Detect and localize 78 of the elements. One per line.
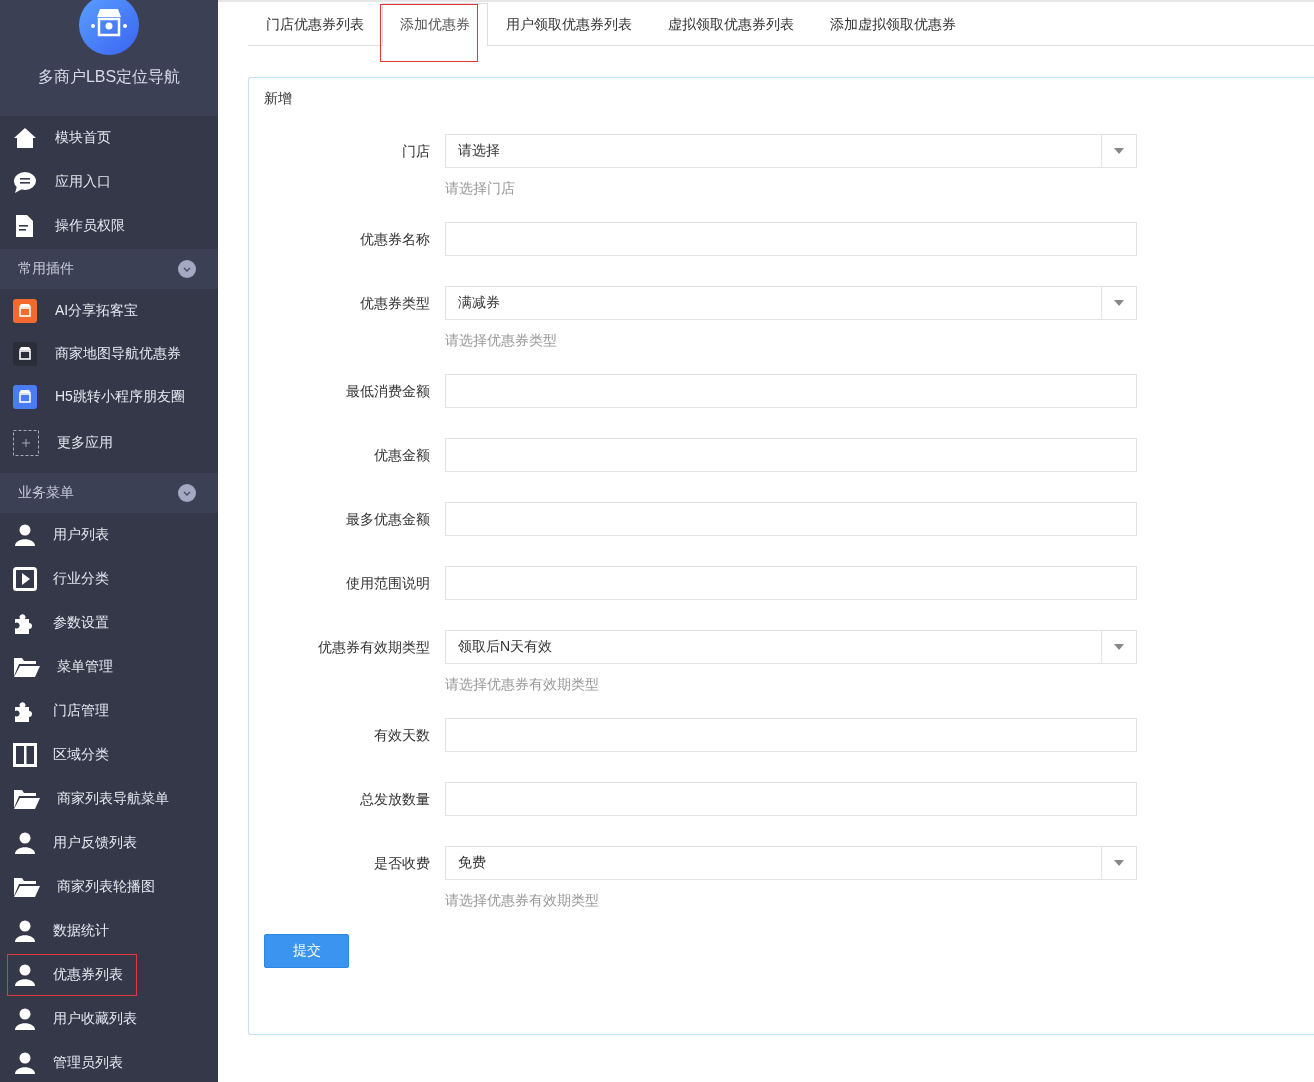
sidebar-item[interactable]: 操作员权限 <box>0 204 218 248</box>
play-icon <box>13 567 37 591</box>
caret-icon <box>1114 148 1124 154</box>
input-field[interactable] <box>445 222 1137 256</box>
input-field[interactable] <box>445 502 1137 536</box>
folder-icon <box>13 788 41 810</box>
field-label: 最多优惠金额 <box>345 510 431 529</box>
field-label: 优惠金额 <box>373 446 431 465</box>
input-field[interactable] <box>445 718 1137 752</box>
section-header[interactable]: 业务菜单 <box>0 473 218 513</box>
sidebar-item[interactable]: 模块首页 <box>0 116 218 160</box>
user-icon <box>13 523 37 547</box>
home-icon <box>13 126 37 150</box>
select-field[interactable]: 满减券 <box>445 286 1137 320</box>
field-label: 优惠券名称 <box>359 230 431 249</box>
field-label: 门店 <box>401 142 431 161</box>
chevron-icon[interactable] <box>178 484 196 502</box>
tab[interactable]: 虚拟领取优惠券列表 <box>650 3 812 45</box>
plus-icon <box>13 429 39 456</box>
sidebar-item[interactable]: 用户收藏列表 <box>0 997 218 1041</box>
input-field[interactable] <box>445 566 1137 600</box>
sidebar-item[interactable]: 用户反馈列表 <box>0 821 218 865</box>
sidebar-item[interactable]: H5跳转小程序朋友圈 <box>0 375 218 418</box>
sidebar-item[interactable]: 数据统计 <box>0 909 218 953</box>
tab[interactable]: 添加虚拟领取优惠券 <box>812 3 974 45</box>
input-field[interactable] <box>445 438 1137 472</box>
columns-icon <box>13 743 37 767</box>
folder-icon <box>13 656 41 678</box>
select-field[interactable]: 免费 <box>445 846 1137 880</box>
user-icon <box>13 919 37 943</box>
sidebar-item[interactable]: 应用入口 <box>0 160 218 204</box>
section-title: 常用插件 <box>18 260 74 278</box>
tab[interactable]: 用户领取优惠券列表 <box>488 3 650 45</box>
help-text: 请选择优惠券有效期类型 <box>445 676 600 694</box>
tab[interactable]: 门店优惠券列表 <box>248 3 382 45</box>
field-label: 最低消费金额 <box>345 382 431 401</box>
chevron-icon[interactable] <box>178 260 196 278</box>
help-text: 请选择优惠券类型 <box>445 332 558 350</box>
user-icon <box>13 1007 37 1031</box>
field-label: 是否收费 <box>373 854 431 873</box>
caret-icon <box>1114 644 1124 650</box>
select-field[interactable]: 领取后N天有效 <box>445 630 1137 664</box>
sidebar-item[interactable]: 门店管理 <box>0 689 218 733</box>
field-label: 使用范围说明 <box>345 574 431 593</box>
sidebar-item[interactable]: 区域分类 <box>0 733 218 777</box>
sidebar-item[interactable]: AI分享拓客宝 <box>0 289 218 332</box>
sidebar-item[interactable]: 参数设置 <box>0 601 218 645</box>
select-field[interactable]: 请选择 <box>445 134 1137 168</box>
user-icon <box>13 963 37 987</box>
field-label: 总发放数量 <box>359 790 431 809</box>
sidebar-item[interactable]: 用户列表 <box>0 513 218 557</box>
user-icon <box>13 831 37 855</box>
card-title: 新增 <box>264 90 293 108</box>
user-icon <box>13 1051 37 1075</box>
folder-icon <box>13 876 41 898</box>
app-title: 多商户LBS定位导航 <box>37 67 181 87</box>
shop-pin-logo-icon <box>79 0 139 55</box>
caret-icon <box>1114 860 1124 866</box>
sidebar-item[interactable]: 管理员列表 <box>0 1041 218 1082</box>
field-label: 有效天数 <box>373 726 431 745</box>
sidebar-item[interactable]: 商家地图导航优惠券 <box>0 332 218 375</box>
input-field[interactable] <box>445 374 1137 408</box>
chat-icon <box>13 170 37 194</box>
sidebar-item[interactable]: 更多应用 <box>0 418 218 467</box>
section-title: 业务菜单 <box>18 484 74 502</box>
sidebar-item[interactable]: 优惠券列表 <box>6 953 138 997</box>
sidebar-item[interactable]: 商家列表导航菜单 <box>0 777 218 821</box>
field-label: 优惠券有效期类型 <box>317 638 431 657</box>
help-text: 请选择优惠券有效期类型 <box>445 892 600 910</box>
sidebar-item[interactable]: 菜单管理 <box>0 645 218 689</box>
tab[interactable]: 添加优惠券 <box>382 3 488 46</box>
caret-icon <box>1114 300 1124 306</box>
input-field[interactable] <box>445 782 1137 816</box>
section-header[interactable]: 常用插件 <box>0 249 218 289</box>
field-label: 优惠券类型 <box>359 294 431 313</box>
sidebar-item[interactable]: 商家列表轮播图 <box>0 865 218 909</box>
sidebar-item[interactable]: 行业分类 <box>0 557 218 601</box>
help-text: 请选择门店 <box>445 180 516 198</box>
